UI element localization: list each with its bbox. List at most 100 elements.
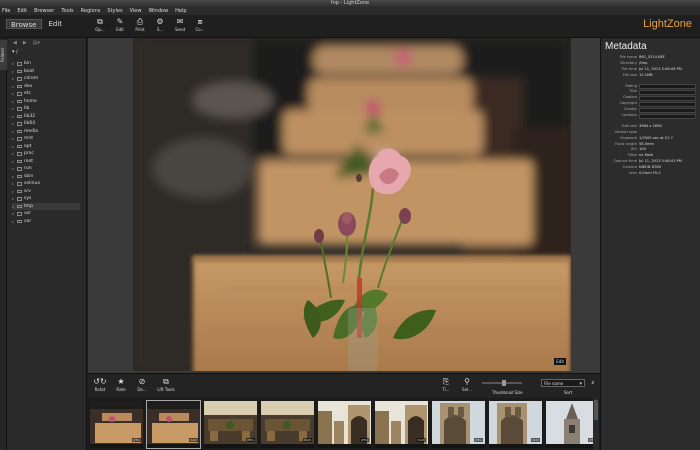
folders-tab[interactable]: Folders: [0, 40, 7, 70]
folder-label: lib32: [24, 113, 36, 119]
copy-icon: ⎘: [442, 377, 450, 386]
thumbnail[interactable]: JPEG: [90, 401, 143, 448]
main-toolbar: Browse Edit ⧉ Op... ✎ Edit ⎙ Print ⚙ S... ✉ Send ⧈…: [0, 15, 700, 38]
thumbnail[interactable]: JPEG: [432, 401, 485, 448]
thumbnail-size-slider[interactable]: [482, 380, 522, 386]
folder-item-bin[interactable]: ▸ bin: [12, 60, 86, 68]
slider-knob[interactable]: [502, 380, 506, 386]
scrollbar-thumb[interactable]: [594, 400, 598, 420]
thumbnail[interactable]: JPEG: [204, 401, 257, 448]
metadata-edit-field[interactable]: [639, 84, 696, 90]
folder-item-proc[interactable]: ▸ proc: [12, 150, 86, 158]
folder-item-usr[interactable]: ▸ usr: [12, 210, 86, 218]
folder-item-sys[interactable]: ▸ sys: [12, 195, 86, 203]
folder-icon: [17, 77, 22, 81]
folder-item-etc[interactable]: ▸ etc: [12, 90, 86, 98]
send-icon: ✉: [176, 17, 184, 26]
metadata-edit-field[interactable]: [639, 107, 696, 113]
file-type-badge: JPEG: [246, 438, 255, 442]
folder-label: lib: [24, 106, 30, 111]
browser-actions-left: ↺↻ Rotat ★ Rate ⊘ De... ⧉ Lift Tools: [92, 377, 177, 392]
folder-item-lib[interactable]: ▸ lib: [12, 105, 86, 113]
folder-item-dev[interactable]: ▸ dev: [12, 83, 86, 91]
menu-edit[interactable]: Edit: [17, 7, 27, 15]
thumbnail[interactable]: RAW: [261, 401, 314, 448]
sort-direction-icon[interactable]: ⇵: [591, 380, 594, 385]
folder-menu-icon[interactable]: ▤▾: [33, 40, 40, 46]
folder-label: bin: [24, 61, 31, 66]
copy-button[interactable]: ⎘ Ti...: [438, 377, 454, 392]
metadata-edit-field[interactable]: [639, 89, 696, 95]
folder-item-run[interactable]: ▸ run: [12, 165, 86, 173]
delete-button[interactable]: ⊘ De...: [134, 377, 150, 392]
folder-icon: [17, 92, 22, 96]
metadata-edit-field[interactable]: [639, 95, 696, 101]
search-button[interactable]: ⚲ Sel...: [459, 377, 475, 392]
edit-badge[interactable]: Edit: [554, 358, 566, 365]
styles-button[interactable]: ⚙ S...: [152, 17, 168, 32]
thumbnail[interactable]: RAW: [489, 401, 542, 448]
photo-preview[interactable]: Edit: [133, 38, 571, 371]
forward-icon[interactable]: ▶: [23, 40, 27, 46]
folder-item-lib32[interactable]: ▸ lib32: [12, 113, 86, 121]
lift-tools-button[interactable]: ⧉ Lift Tools: [155, 377, 177, 392]
toolbar-actions: ⧉ Op... ✎ Edit ⎙ Print ⚙ S... ✉ Send ⧈ Co...: [92, 17, 208, 32]
rotate-button[interactable]: ↺↻ Rotat: [92, 377, 108, 392]
send-button[interactable]: ✉ Send: [172, 17, 188, 32]
menu-styles[interactable]: Styles: [107, 7, 122, 15]
thumbnail[interactable]: RAW: [375, 401, 428, 448]
menu-browser[interactable]: Browser: [34, 7, 54, 15]
back-icon[interactable]: ◀: [13, 40, 17, 46]
folder-label: cdrom: [24, 76, 39, 81]
thumbnail[interactable]: JPEG: [546, 401, 599, 448]
thumbnail[interactable]: RAW: [146, 400, 201, 449]
tree-root-label: /: [16, 49, 18, 55]
edit-mode-button[interactable]: Edit: [45, 19, 67, 29]
browse-mode-button[interactable]: Browse: [6, 19, 42, 29]
menu-tools[interactable]: Tools: [61, 7, 73, 15]
folder-item-opt[interactable]: ▸ opt: [12, 143, 86, 151]
toolbar-button-label: Op...: [95, 27, 105, 32]
folder-item-var[interactable]: ▸ var: [12, 218, 86, 226]
open-button[interactable]: ⧉ Op...: [92, 17, 108, 32]
metadata-key: File size: [622, 72, 637, 77]
button-label: Ti...: [442, 387, 450, 392]
sort-select[interactable]: File name: [541, 379, 585, 388]
folder-icon: [17, 152, 22, 156]
folder-label: dev: [24, 83, 33, 89]
tree-root[interactable]: ▾ /: [7, 48, 86, 56]
folder-item-mnt[interactable]: ▸ mnt: [12, 135, 86, 143]
folder-icon: [17, 69, 22, 73]
rate-button[interactable]: ★ Rate: [113, 377, 129, 392]
print-button[interactable]: ⎙ Print: [132, 17, 148, 32]
edit-button[interactable]: ✎ Edit: [112, 17, 128, 32]
folder-icon: [17, 174, 22, 178]
thumbnail[interactable]: JPEG: [318, 401, 371, 448]
folder-item-tmp[interactable]: ▸ tmp: [12, 202, 80, 210]
menu-view[interactable]: View: [130, 7, 142, 15]
metadata-edit-field[interactable]: [639, 101, 696, 107]
button-label: De...: [137, 387, 147, 392]
file-type-badge: JPEG: [132, 438, 141, 442]
folder-item-media[interactable]: ▸ media: [12, 128, 86, 136]
folder-item-lib64[interactable]: ▸ lib64: [12, 120, 86, 128]
folder-item-srv[interactable]: ▸ srv: [12, 188, 86, 196]
convert-button[interactable]: ⧈ Co...: [192, 17, 208, 32]
menu-regions[interactable]: Regions: [81, 7, 101, 15]
menu-file[interactable]: File: [2, 7, 10, 15]
folder-item-boot[interactable]: ▸ boot: [12, 68, 86, 76]
folder-item-home[interactable]: ▸ home: [12, 98, 86, 106]
filmstrip-scrollbar[interactable]: [593, 398, 599, 450]
folder-item-root[interactable]: ▸ root: [12, 158, 86, 166]
folder-item-selinux[interactable]: ▸ selinux: [12, 180, 86, 188]
folder-item-cdrom[interactable]: ▸ cdrom: [12, 75, 86, 83]
folder-label: selinux: [24, 181, 40, 186]
button-label: Sel...: [462, 387, 472, 392]
folder-item-sbin[interactable]: ▸ sbin: [12, 173, 86, 181]
menu-help[interactable]: Help: [175, 7, 186, 15]
rotate-icon: ↺↻: [93, 377, 107, 386]
metadata-edit-field[interactable]: [639, 113, 696, 119]
folder-label: root: [24, 158, 34, 164]
metadata-key: Location: [621, 113, 637, 118]
menu-window[interactable]: Window: [148, 7, 168, 15]
